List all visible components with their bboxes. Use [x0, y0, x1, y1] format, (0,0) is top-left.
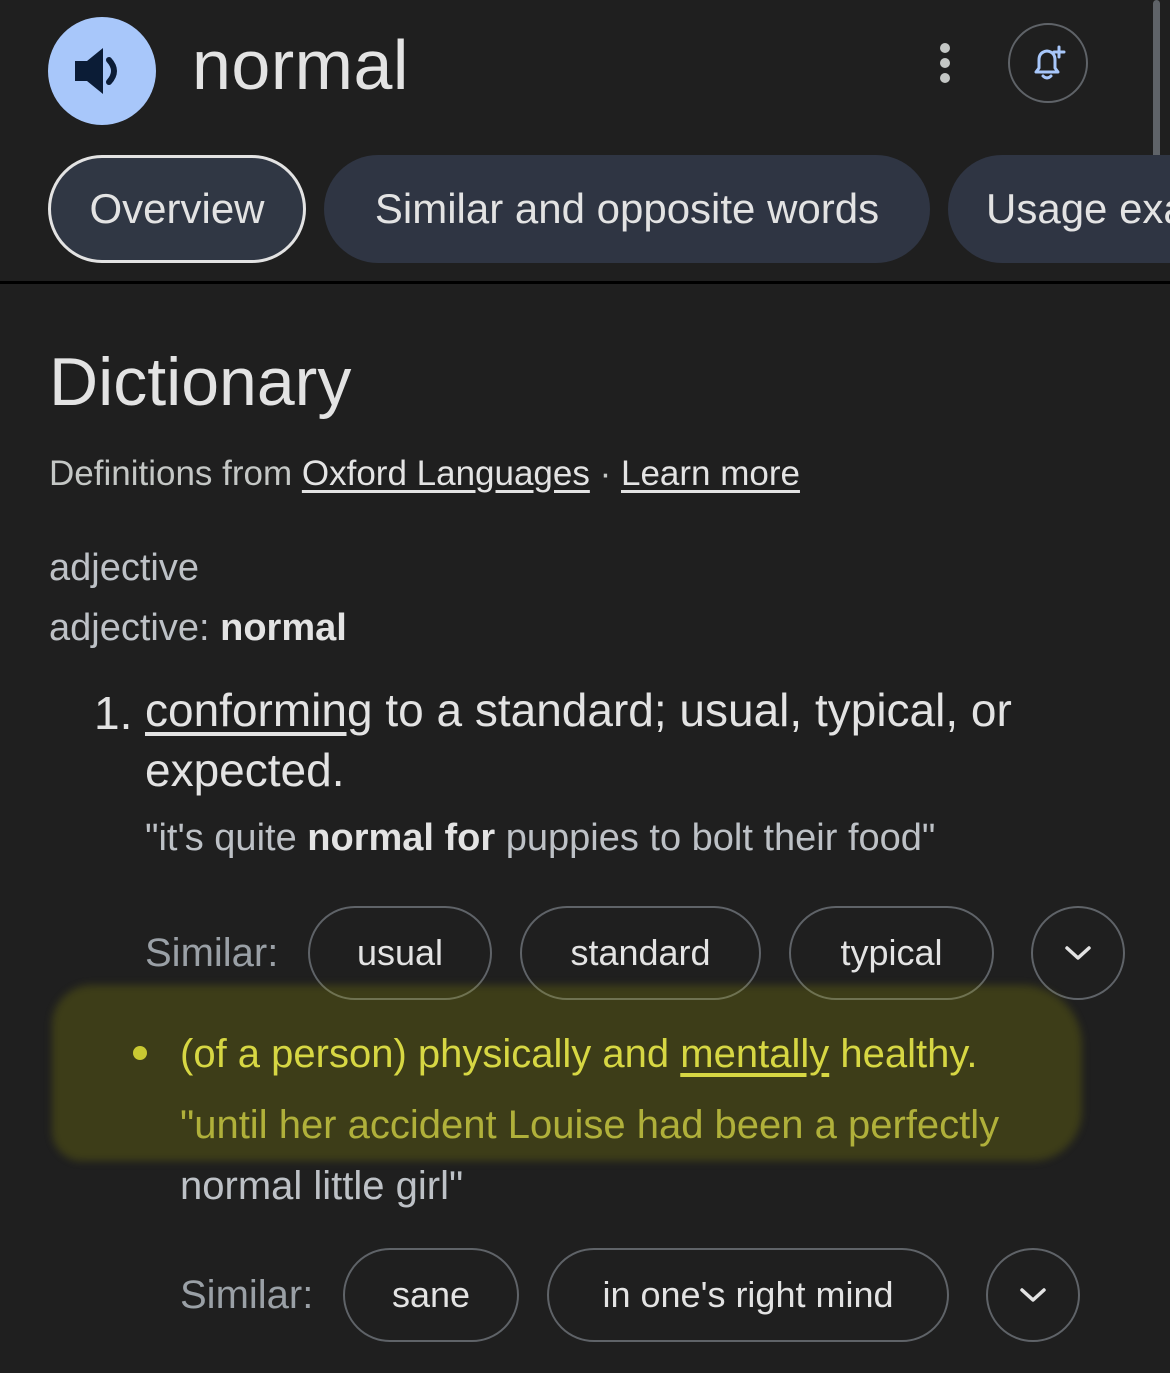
chip-label: sane: [391, 1274, 471, 1315]
definition-example: "it's quite normal for puppies to bolt t…: [145, 814, 1145, 862]
sub-sense-example: "until her accident Louise had been a pe…: [180, 1095, 1140, 1217]
chip-label: standard: [570, 932, 711, 973]
chip-label: in one's right mind: [602, 1274, 894, 1315]
expand-similar-button-2[interactable]: [986, 1248, 1080, 1342]
chevron-down-icon: [1020, 1288, 1046, 1302]
example-open: "it's quite: [145, 817, 308, 859]
tab-overview[interactable]: Overview: [48, 155, 306, 263]
header-divider: [0, 281, 1170, 284]
definition-text: conforming to a standard; usual, typical…: [145, 680, 1145, 800]
tab-usage-examples[interactable]: Usage exa: [948, 155, 1170, 263]
example-close: puppies to bolt their food": [495, 817, 936, 859]
dictionary-page: normal Overview Similar and opposite wor…: [0, 0, 1170, 1373]
tab-label: Overview: [89, 185, 265, 232]
section-heading: Dictionary: [49, 344, 352, 420]
tab-similar-opposite[interactable]: Similar and opposite words: [324, 155, 930, 263]
mentally-link[interactable]: mentally: [680, 1032, 829, 1076]
learn-more-link[interactable]: Learn more: [621, 454, 800, 493]
source-prefix: Definitions from: [49, 454, 293, 493]
definition-number: 1.: [94, 687, 133, 739]
tab-label: Similar and opposite words: [374, 185, 880, 232]
sub-sense-text: (of a person) physically and mentally he…: [180, 1029, 1140, 1079]
similar-chip-right-mind[interactable]: in one's right mind: [547, 1248, 949, 1342]
pos-word: normal: [220, 607, 347, 649]
similar-label: Similar:: [145, 931, 279, 975]
volume-icon: [75, 48, 117, 94]
pos-label: adjective:: [49, 607, 210, 649]
part-of-speech: adjective: [49, 547, 199, 589]
tab-label: Usage exa: [986, 185, 1170, 232]
alert-button[interactable]: [1008, 23, 1088, 103]
bell-plus-icon: [1034, 45, 1066, 80]
expand-similar-button[interactable]: [1031, 906, 1125, 1000]
more-menu-button[interactable]: [922, 38, 968, 88]
example-highlighted: "until her accident Louise had been a pe…: [180, 1103, 1000, 1147]
similar-chip-sane[interactable]: sane: [343, 1248, 519, 1342]
example-tail: normal little girl": [180, 1164, 464, 1208]
chip-label: typical: [840, 932, 943, 973]
sense-post: healthy.: [829, 1032, 978, 1076]
example-bold: normal for: [307, 817, 496, 859]
chip-label: usual: [356, 932, 444, 973]
oxford-languages-link[interactable]: Oxford Languages: [302, 454, 590, 493]
more-vert-icon: [940, 43, 950, 83]
separator: ·: [599, 454, 612, 493]
part-of-speech-detail: adjective: normal: [49, 605, 347, 651]
pronounce-button[interactable]: [48, 17, 156, 125]
bullet-dot: [133, 1046, 147, 1060]
similar-label-2: Similar:: [180, 1273, 314, 1317]
chevron-down-icon: [1065, 946, 1091, 960]
conforming-link[interactable]: conforming: [145, 684, 373, 736]
word-title: normal: [192, 26, 409, 104]
source-line: Definitions from Oxford Languages · Lear…: [49, 452, 800, 496]
sense-pre: (of a person) physically and: [180, 1032, 681, 1076]
